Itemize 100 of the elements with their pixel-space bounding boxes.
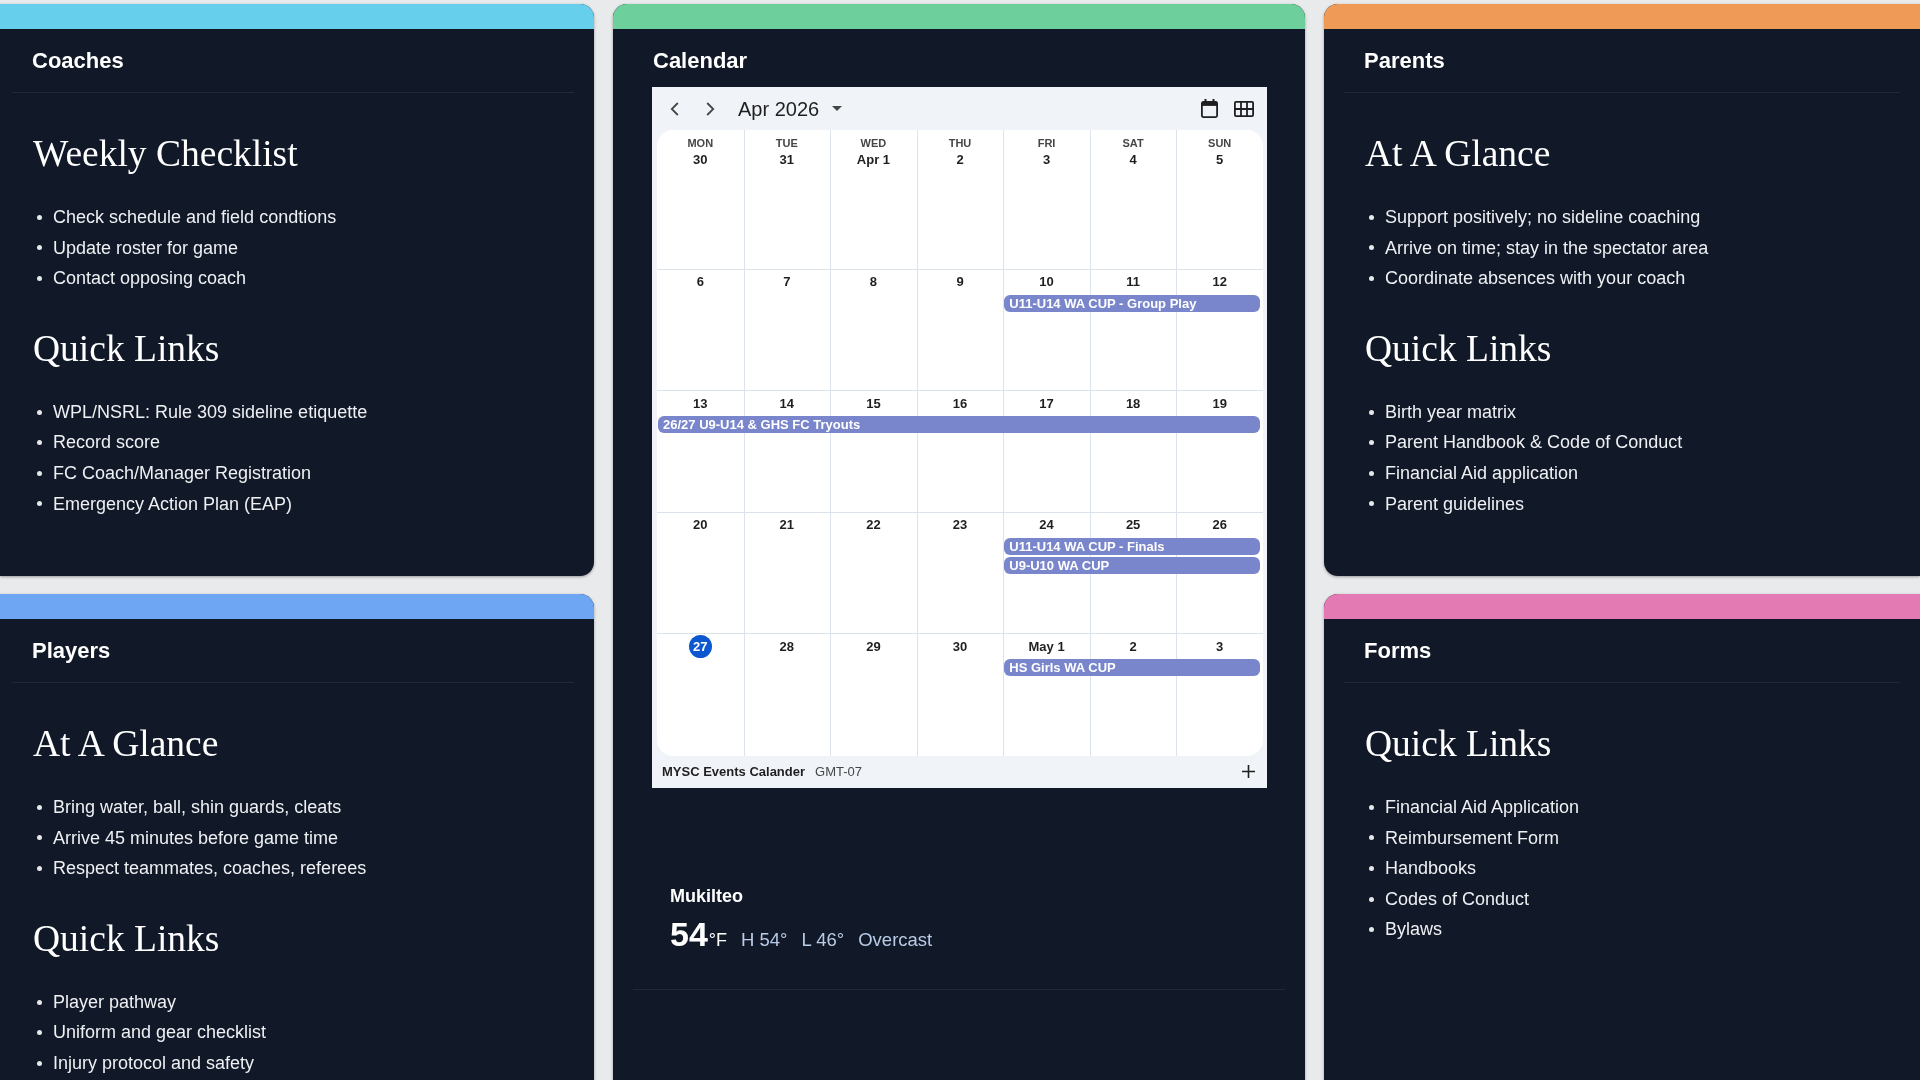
date-number[interactable]: 21 bbox=[779, 515, 795, 535]
card-title: Forms bbox=[1364, 637, 1432, 664]
high-temperature: H 54° bbox=[741, 927, 788, 952]
bullet-icon bbox=[1369, 409, 1374, 415]
bullet-icon bbox=[1369, 896, 1374, 902]
date-number[interactable]: 8 bbox=[869, 272, 878, 292]
list-item: Update roster for game bbox=[53, 236, 239, 260]
date-number[interactable]: 19 bbox=[1212, 393, 1227, 414]
bullet-icon bbox=[1369, 927, 1374, 933]
bullet-icon bbox=[1369, 470, 1374, 476]
bullet-icon bbox=[37, 214, 42, 220]
date-number[interactable]: 29 bbox=[866, 636, 881, 657]
date-number[interactable]: 13 bbox=[693, 393, 708, 414]
date-number[interactable]: 22 bbox=[866, 515, 881, 535]
bullet-icon bbox=[1369, 214, 1374, 220]
card-title: Coaches bbox=[32, 47, 124, 74]
section-heading: Quick Links bbox=[1365, 326, 1552, 371]
date-number[interactable]: 28 bbox=[779, 636, 795, 657]
grid-icon[interactable] bbox=[1234, 100, 1254, 117]
city-name: Mukilteo bbox=[670, 884, 743, 908]
date-number[interactable]: 16 bbox=[952, 393, 968, 414]
date-number[interactable]: 26 bbox=[1212, 515, 1227, 535]
list-item: Player pathway bbox=[53, 990, 177, 1014]
date-number[interactable]: Apr 1 bbox=[856, 150, 891, 170]
section-heading: Quick Links bbox=[33, 326, 220, 371]
weekday-label: FRI bbox=[1037, 136, 1056, 150]
date-number[interactable]: 24 bbox=[1039, 515, 1054, 535]
bullet-icon bbox=[37, 245, 42, 251]
date-number[interactable]: 12 bbox=[1212, 272, 1227, 292]
list-item: Coordinate absences with your coach bbox=[1385, 267, 1686, 291]
list-item: Bring water, ball, shin guards, cleats bbox=[53, 796, 342, 819]
date-number[interactable]: 25 bbox=[1125, 515, 1141, 535]
date-number[interactable]: 2 bbox=[1129, 636, 1137, 657]
date-number[interactable]: 3 bbox=[1216, 636, 1224, 657]
bullet-icon bbox=[37, 1030, 42, 1036]
list-item: Respect teammates, coaches, referees bbox=[53, 857, 367, 881]
list-item: Bylaws bbox=[1385, 918, 1442, 942]
date-number[interactable]: 4 bbox=[1129, 150, 1137, 170]
date-number[interactable]: 3 bbox=[1042, 150, 1051, 170]
bullet-icon bbox=[37, 835, 42, 841]
bullet-icon bbox=[1369, 245, 1374, 251]
date-number[interactable]: 6 bbox=[696, 272, 704, 292]
card-title: Parents bbox=[1364, 47, 1445, 74]
section-heading: At A Glance bbox=[33, 722, 219, 766]
date-number[interactable]: 30 bbox=[952, 636, 968, 657]
plus-icon[interactable] bbox=[1242, 765, 1255, 778]
list-item: Financial Aid application bbox=[1385, 461, 1579, 485]
list-item: Uniform and gear checklist bbox=[53, 1021, 267, 1045]
bullet-icon bbox=[1369, 866, 1374, 871]
date-number[interactable]: 15 bbox=[866, 393, 881, 414]
weather-condition: Overcast bbox=[858, 927, 933, 952]
list-item: Check schedule and field condtions bbox=[53, 206, 337, 229]
weekday-label: TUE bbox=[775, 136, 798, 150]
bullet-icon bbox=[37, 409, 42, 415]
list-item: Birth year matrix bbox=[1385, 400, 1517, 424]
date-number[interactable]: 27 bbox=[688, 635, 712, 658]
chevron-right-icon[interactable] bbox=[706, 101, 715, 116]
card-title: Calendar bbox=[653, 47, 748, 74]
date-number[interactable]: 9 bbox=[956, 272, 964, 292]
date-number[interactable]: 30 bbox=[693, 150, 708, 170]
list-item: Parent guidelines bbox=[1385, 492, 1525, 516]
date-number[interactable]: 31 bbox=[779, 150, 795, 170]
list-item: Injury protocol and safety bbox=[53, 1051, 255, 1075]
date-number[interactable]: 7 bbox=[783, 272, 791, 292]
list-item: Emergency Action Plan (EAP) bbox=[53, 492, 293, 516]
weekday-label: THU bbox=[948, 136, 972, 150]
chevron-left-icon[interactable] bbox=[670, 101, 679, 116]
bullet-icon bbox=[37, 866, 42, 871]
section-heading: Quick Links bbox=[1365, 722, 1552, 766]
list-item: Contact opposing coach bbox=[53, 267, 247, 291]
date-number[interactable]: 11 bbox=[1126, 272, 1140, 292]
list-item: Codes of Conduct bbox=[1385, 887, 1530, 911]
date-number[interactable]: 17 bbox=[1039, 393, 1054, 414]
date-number[interactable]: 20 bbox=[693, 515, 708, 535]
card-title: Players bbox=[32, 637, 111, 664]
weekday-label: WED bbox=[860, 136, 887, 150]
bullet-icon bbox=[37, 501, 42, 507]
month-dropdown[interactable]: Apr 2026 bbox=[738, 96, 843, 121]
date-number[interactable]: 18 bbox=[1125, 393, 1141, 414]
date-number[interactable]: 10 bbox=[1039, 272, 1054, 292]
bullet-icon bbox=[37, 999, 42, 1005]
temperature-unit: °F bbox=[708, 928, 728, 952]
bullet-icon bbox=[1369, 276, 1374, 281]
bullet-icon bbox=[37, 276, 42, 281]
weekday-label: MON bbox=[687, 136, 714, 150]
bullet-icon bbox=[1369, 501, 1374, 507]
weekday-label: SAT bbox=[1122, 136, 1144, 150]
list-item: Parent Handbook & Code of Conduct bbox=[1385, 431, 1683, 455]
date-number[interactable]: 5 bbox=[1216, 150, 1224, 170]
date-number[interactable]: 23 bbox=[952, 515, 968, 535]
list-item: Handbooks bbox=[1385, 857, 1477, 881]
date-number[interactable]: May 1 bbox=[1028, 636, 1065, 657]
section-heading: Quick Links bbox=[33, 916, 220, 961]
bullet-icon bbox=[1369, 804, 1374, 810]
weekday-label: SUN bbox=[1208, 136, 1232, 150]
list-item: WPL/NSRL: Rule 309 sideline etiquette bbox=[53, 400, 368, 424]
calendar-icon[interactable] bbox=[1201, 99, 1218, 118]
list-item: Record score bbox=[53, 431, 161, 455]
date-number[interactable]: 14 bbox=[779, 393, 795, 414]
date-number[interactable]: 2 bbox=[956, 150, 964, 170]
